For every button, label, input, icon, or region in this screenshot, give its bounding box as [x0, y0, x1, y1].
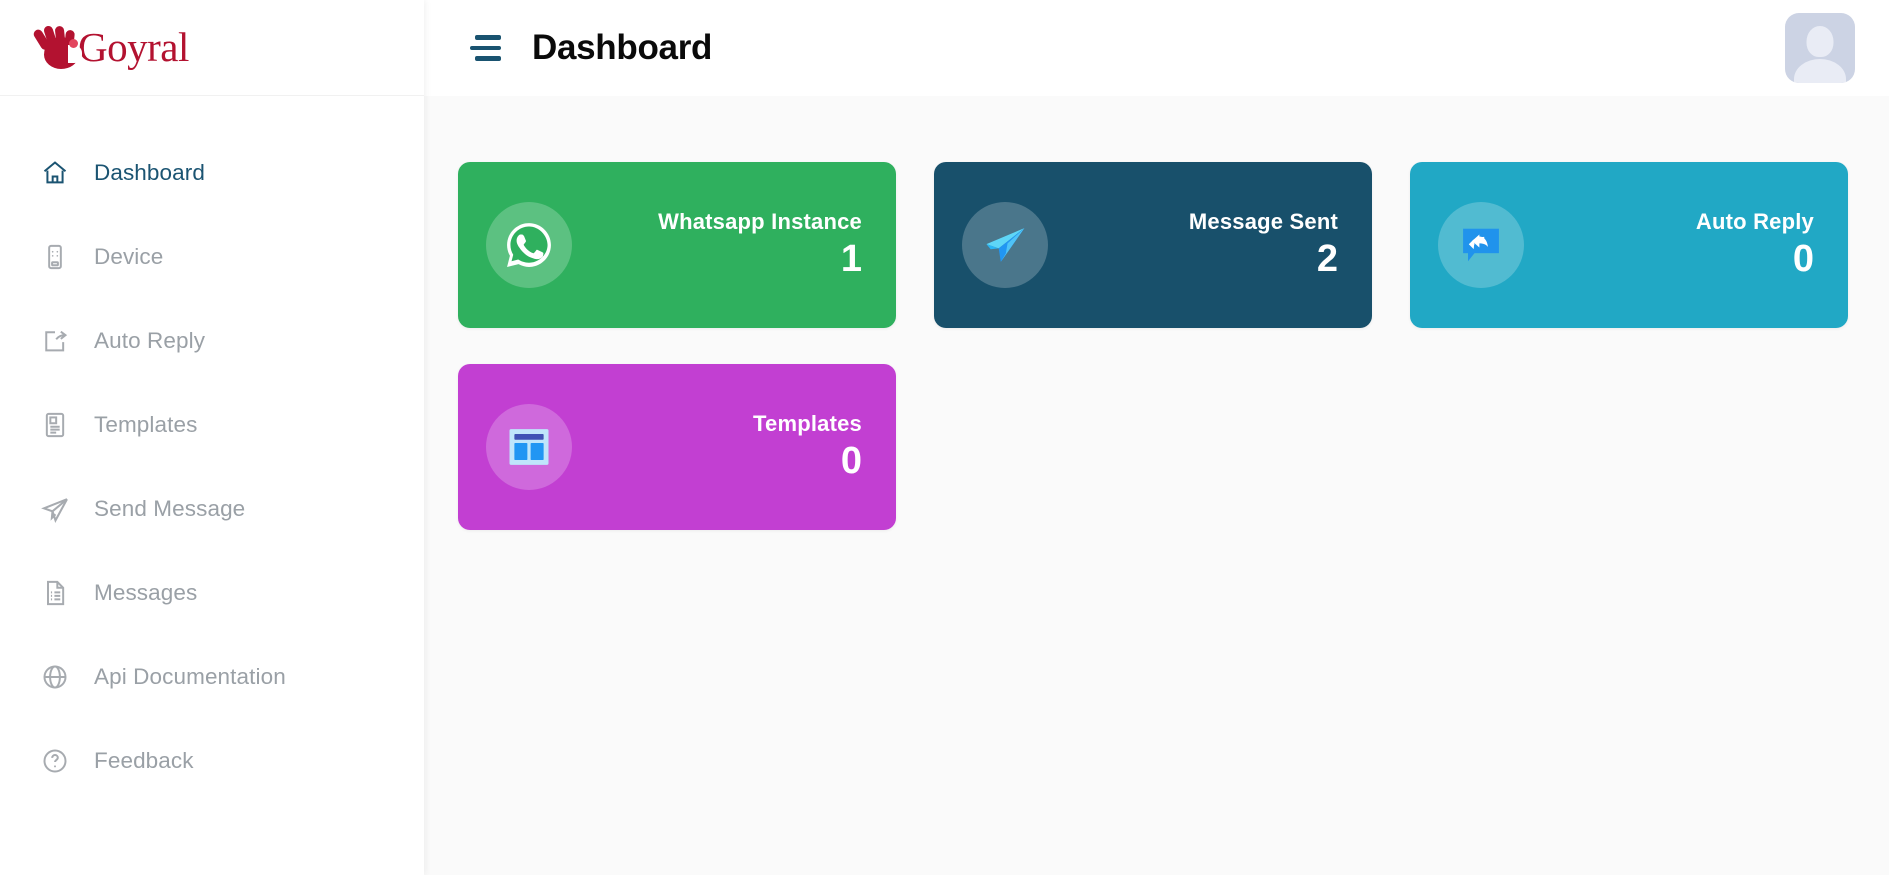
question-circle-icon	[38, 747, 72, 775]
sidebar-item-templates[interactable]: Templates	[0, 400, 424, 450]
hamburger-icon[interactable]	[470, 33, 504, 63]
stat-card-value: 0	[1792, 238, 1814, 281]
document-icon	[38, 579, 72, 607]
mobile-icon	[38, 243, 72, 271]
sidebar-item-label: Dashboard	[94, 160, 205, 185]
avatar[interactable]	[1785, 13, 1855, 83]
app-root: Goyral Dashboard Device Auto Reply Templ…	[0, 0, 1889, 875]
paper-plane-icon	[38, 495, 72, 524]
home-icon	[38, 159, 72, 187]
template-icon	[38, 411, 72, 439]
sidebar-item-send-message[interactable]: Send Message	[0, 484, 424, 534]
layout-template-icon	[486, 404, 572, 490]
sidebar-item-label: Device	[94, 244, 164, 269]
stat-card-label: Templates	[753, 411, 862, 437]
sidebar-item-label: Api Documentation	[94, 664, 286, 689]
reply-bubble-icon	[1438, 202, 1524, 288]
sidebar-item-label: Auto Reply	[94, 328, 206, 353]
globe-icon	[38, 663, 72, 691]
stat-card-label: Auto Reply	[1695, 209, 1814, 235]
sidebar-item-device[interactable]: Device	[0, 232, 424, 282]
stat-card-label: Whatsapp Instance	[658, 209, 862, 235]
stat-card-value: 2	[1316, 238, 1338, 281]
stat-card-value: 0	[840, 440, 862, 483]
sidebar-item-label: Send Message	[94, 496, 246, 521]
stat-card-templates[interactable]: Templates 0	[458, 364, 896, 530]
sidebar-item-label: Feedback	[94, 748, 194, 773]
goyral-hand-icon	[32, 24, 82, 71]
page-title: Dashboard	[532, 28, 713, 67]
topbar: Dashboard	[424, 0, 1889, 96]
sidebar-item-label: Templates	[94, 412, 198, 437]
stat-card-whatsapp-instance[interactable]: Whatsapp Instance 1	[458, 162, 896, 328]
sidebar-item-auto-reply[interactable]: Auto Reply	[0, 316, 424, 366]
brand-name: Goyral	[78, 24, 189, 70]
brand-logo[interactable]: Goyral	[0, 0, 424, 96]
sidebar-item-messages[interactable]: Messages	[0, 568, 424, 618]
telegram-plane-icon	[962, 202, 1048, 288]
stat-card-label: Message Sent	[1188, 209, 1338, 235]
main-area: Dashboard Whatsapp Instance 1 Message Se…	[424, 0, 1889, 875]
share-icon	[38, 327, 72, 355]
stat-card-message-sent[interactable]: Message Sent 2	[934, 162, 1372, 328]
whatsapp-icon	[486, 202, 572, 288]
sidebar-nav: Dashboard Device Auto Reply Templates Se…	[0, 96, 424, 786]
sidebar-item-api-documentation[interactable]: Api Documentation	[0, 652, 424, 702]
dashboard-content: Whatsapp Instance 1 Message Sent 2 Auto …	[424, 96, 1889, 875]
stat-card-auto-reply[interactable]: Auto Reply 0	[1410, 162, 1848, 328]
stat-card-value: 1	[840, 238, 862, 281]
sidebar: Goyral Dashboard Device Auto Reply Templ…	[0, 0, 424, 875]
stat-card-grid: Whatsapp Instance 1 Message Sent 2 Auto …	[458, 162, 1888, 530]
sidebar-item-label: Messages	[94, 580, 198, 605]
sidebar-item-dashboard[interactable]: Dashboard	[0, 148, 424, 198]
sidebar-item-feedback[interactable]: Feedback	[0, 736, 424, 786]
